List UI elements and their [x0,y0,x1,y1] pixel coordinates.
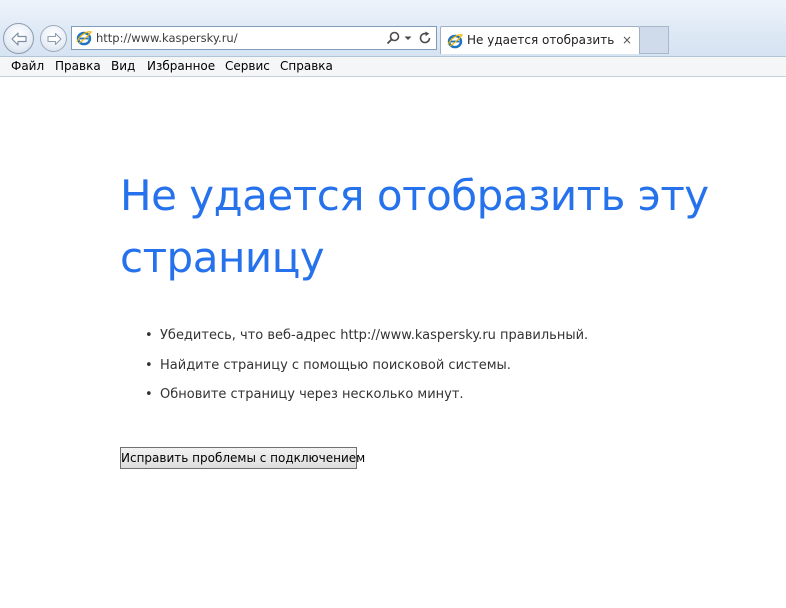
forward-arrow-icon [47,32,62,46]
suggestion-item: • Убедитесь, что веб-адрес http://www.ka… [145,323,588,353]
bullet-icon: • [145,328,153,343]
refresh-icon[interactable] [417,30,433,46]
menu-tools[interactable]: Сервис [225,59,270,73]
suggestion-item: • Найдите страницу с помощью поисковой с… [145,353,588,383]
new-tab-button[interactable] [640,26,669,54]
back-arrow-icon [11,32,27,46]
tab-title: Не удается отобразить эту... [467,33,617,47]
suggestion-text: Обновите страницу через несколько минут. [160,387,464,402]
title-bar: http://www.kaspersky.ru/ Не удается отоб… [0,0,786,56]
fix-connection-button[interactable]: Исправить проблемы с подключением [120,447,365,469]
browser-chrome: http://www.kaspersky.ru/ Не удается отоб… [0,0,786,77]
suggestion-item: • Обновите страницу через несколько мину… [145,382,588,412]
address-url[interactable]: http://www.kaspersky.ru/ [96,31,238,45]
close-tab-icon[interactable]: × [622,33,632,47]
menu-file[interactable]: Файл [11,59,44,73]
suggestion-list: • Убедитесь, что веб-адрес http://www.ka… [145,323,588,412]
ie-logo-icon [76,31,92,46]
tab-active[interactable]: Не удается отобразить эту... × [440,26,640,54]
menu-favorites[interactable]: Избранное [147,59,215,73]
page-title-line-2: страницу [120,233,325,282]
suggestion-text: Найдите страницу с помощью поисковой сис… [160,357,511,373]
address-bar[interactable]: http://www.kaspersky.ru/ [71,26,437,50]
menu-view[interactable]: Вид [111,59,135,73]
forward-button[interactable] [40,25,67,52]
ie-logo-icon [447,34,463,49]
menu-help[interactable]: Справка [280,59,333,73]
page-title-line-1: Не удается отобразить эту [120,171,709,220]
bullet-icon: • [145,387,153,402]
dropdown-arrow-icon[interactable] [403,30,413,46]
search-icon[interactable] [385,30,401,46]
menu-bar: Файл Правка Вид Избранное Сервис Справка [0,56,786,77]
page-title: Не удается отобразить эту страницу [120,165,760,289]
back-button[interactable] [3,23,34,54]
bullet-icon: • [145,357,153,373]
menu-edit[interactable]: Правка [55,59,101,73]
suggestion-text: Убедитесь, что веб-адрес http://www.kasp… [160,328,589,343]
